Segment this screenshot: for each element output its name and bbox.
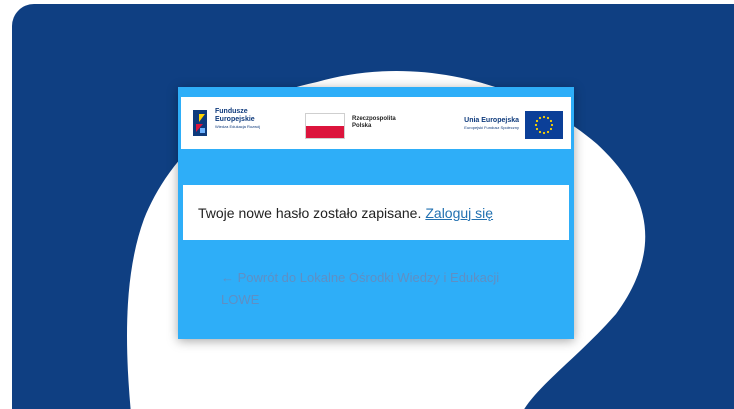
fundusze-line1: Fundusze — [215, 108, 248, 115]
ue-title: Unia Europejska — [464, 117, 519, 124]
polska-line1: Rzeczpospolita — [352, 116, 396, 122]
page: Fundusze Europejskie Wiedza Edukacja Roz… — [0, 0, 734, 409]
rzeczpospolita-polska-label: Rzeczpospolita Polska — [352, 116, 396, 130]
eu-flag-icon — [525, 111, 563, 139]
polish-flag-icon — [305, 113, 345, 139]
polska-line2: Polska — [352, 123, 372, 129]
fundusze-europejskie-icon — [193, 110, 207, 136]
login-card: Fundusze Europejskie Wiedza Edukacja Roz… — [178, 87, 574, 339]
password-saved-message: Twoje nowe hasło zostało zapisane. Zalog… — [179, 185, 569, 240]
back-to-site-link[interactable]: ← Powrót do Lokalne Ośrodki Wiedzy i Edu… — [221, 267, 531, 311]
message-text: Twoje nowe hasło zostało zapisane. — [198, 204, 422, 221]
fundusze-line2: Europejskie — [215, 116, 255, 123]
funding-logos-bar: Fundusze Europejskie Wiedza Edukacja Roz… — [181, 97, 571, 149]
unia-europejska-label: Unia Europejska Europejski Fundusz Społe… — [464, 116, 519, 131]
fundusze-europejskie-logo: Fundusze Europejskie Wiedza Edukacja Roz… — [191, 108, 260, 138]
ue-subtitle: Europejski Fundusz Społeczny — [464, 125, 519, 130]
fundusze-subtitle: Wiedza Edukacja Rozwój — [215, 124, 261, 129]
login-link[interactable]: Zaloguj się — [425, 205, 493, 221]
